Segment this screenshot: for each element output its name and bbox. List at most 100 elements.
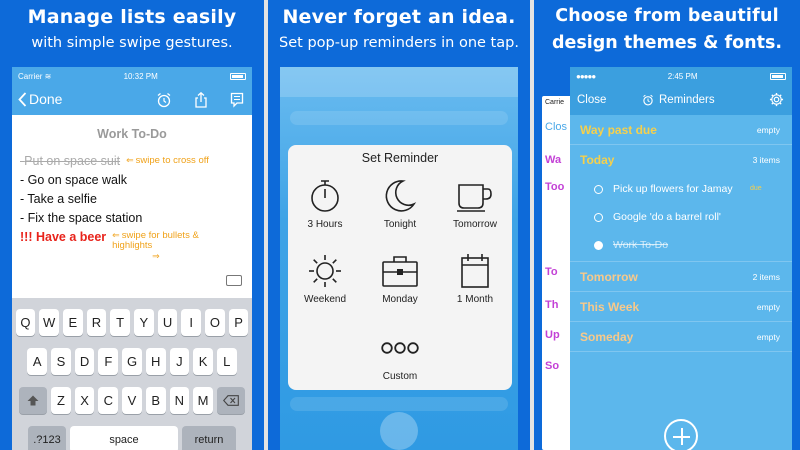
- note-icon[interactable]: [230, 92, 244, 108]
- share-icon[interactable]: [194, 92, 208, 108]
- space-key[interactable]: space: [70, 426, 178, 450]
- reminder-option-tomorrow[interactable]: Tomorrow: [438, 173, 512, 230]
- key-r[interactable]: R: [86, 309, 107, 336]
- ghost-carrier-label: Carrie: [545, 99, 565, 106]
- checkbox-circle-icon[interactable]: [594, 185, 603, 194]
- status-bar: ●●●●● 2:45 PM: [570, 67, 792, 85]
- backspace-key[interactable]: [216, 387, 245, 414]
- note-line[interactable]: !!! Have a beer ⇐ swipe for bullets & hig…: [20, 227, 244, 261]
- list-count: empty: [756, 332, 780, 342]
- note-title: Work To-Do: [97, 127, 167, 141]
- key-a[interactable]: A: [27, 348, 48, 375]
- list-count: empty: [756, 125, 780, 135]
- reminder-option-3-hours[interactable]: 3 Hours: [288, 173, 362, 230]
- key-k[interactable]: K: [193, 348, 213, 375]
- moon-icon: [385, 180, 417, 212]
- note-line[interactable]: - Go on space walk: [20, 170, 244, 189]
- ghost-close-label: Clos: [545, 121, 568, 133]
- ghost-list-label: Wa: [545, 154, 562, 166]
- status-bar: Carrier ≋ 10:32 PM: [12, 67, 252, 85]
- note-line[interactable]: - Take a selfie: [20, 189, 244, 208]
- return-key[interactable]: return: [182, 426, 236, 450]
- ghost-list-label: So: [545, 360, 560, 372]
- phone-screen: Carrier ≋ 10:32 PM Done Work To-Do - Put…: [12, 67, 252, 450]
- signal-icon: ●●●●●: [576, 71, 596, 81]
- list-count: empty: [756, 302, 780, 312]
- key-z[interactable]: Z: [51, 387, 71, 414]
- key-n[interactable]: N: [169, 387, 190, 414]
- swipe-hint: ⇐ swipe for bullets & highlights ⇒: [112, 230, 199, 261]
- key-v[interactable]: V: [122, 387, 142, 414]
- key-o[interactable]: O: [205, 309, 225, 336]
- battery-icon: [229, 72, 246, 80]
- status-time: 10:32 PM: [123, 71, 158, 81]
- key-w[interactable]: W: [39, 309, 59, 336]
- list-row-tomorrow[interactable]: Tomorrow 2 items: [570, 262, 792, 292]
- key-m[interactable]: M: [193, 387, 213, 414]
- key-l[interactable]: L: [216, 348, 237, 375]
- list-row-way-past-due[interactable]: Way past due empty: [570, 115, 792, 145]
- swipe-hint: ⇐ swipe to cross off: [126, 155, 209, 166]
- list-row-this-week[interactable]: This Week empty: [570, 292, 792, 322]
- caption-title: Never forget an idea.: [282, 6, 516, 28]
- key-j[interactable]: J: [169, 348, 190, 375]
- reminder-option-weekend[interactable]: Weekend: [288, 248, 362, 305]
- checked-circle-icon[interactable]: [594, 241, 603, 250]
- gear-icon[interactable]: [769, 92, 784, 107]
- note-line[interactable]: - Put on space suit ⇐ swipe to cross off: [20, 151, 244, 170]
- key-d[interactable]: D: [74, 348, 95, 375]
- option-label: 3 Hours: [307, 219, 343, 230]
- screenshot-panel-lists: Manage lists easily with simple swipe ge…: [0, 0, 264, 450]
- backspace-icon: [222, 395, 239, 406]
- nav-title-text: Reminders: [659, 94, 715, 106]
- calendar-icon: [461, 254, 489, 288]
- option-label: Tomorrow: [453, 219, 497, 230]
- key-u[interactable]: U: [157, 309, 178, 336]
- list-name: Today: [580, 153, 615, 167]
- back-button[interactable]: Done: [18, 91, 62, 107]
- checkbox-circle-icon[interactable]: [594, 213, 603, 222]
- key-q[interactable]: Q: [15, 309, 36, 336]
- back-label: Done: [29, 91, 63, 107]
- key-e[interactable]: E: [62, 309, 83, 336]
- list-name: Way past due: [580, 123, 657, 137]
- key-b[interactable]: B: [145, 387, 166, 414]
- key-t[interactable]: T: [110, 309, 130, 336]
- sun-icon: [309, 255, 341, 287]
- key-g[interactable]: G: [122, 348, 142, 375]
- key-h[interactable]: H: [145, 348, 166, 375]
- reminder-option-tonight[interactable]: Tonight: [363, 173, 437, 230]
- ghost-list-label: Too: [545, 181, 565, 193]
- key-x[interactable]: X: [74, 387, 95, 414]
- keyboard-dismiss-icon[interactable]: [226, 275, 242, 286]
- reminder-item[interactable]: Pick up flowers for Jamay due: [570, 177, 792, 203]
- reminder-option-custom[interactable]: Custom: [363, 325, 437, 382]
- item-text: Google 'do a barrel roll': [613, 211, 721, 223]
- add-reminder-button[interactable]: [664, 419, 698, 450]
- key-s[interactable]: S: [51, 348, 71, 375]
- due-badge: due: [750, 185, 762, 192]
- reminder-item[interactable]: Work To-Do: [570, 233, 792, 262]
- stopwatch-icon: [311, 180, 339, 212]
- option-label: 1 Month: [456, 294, 494, 305]
- key-f[interactable]: F: [98, 348, 119, 375]
- close-button[interactable]: Close: [577, 94, 606, 106]
- key-c[interactable]: C: [98, 387, 119, 414]
- numbers-key[interactable]: .?123: [28, 426, 66, 450]
- set-reminder-popup: Set Reminder 3 Hours Tonight Tomorrow We…: [288, 145, 512, 390]
- reminder-item[interactable]: Google 'do a barrel roll': [570, 205, 792, 231]
- phone-screen: Set Reminder 3 Hours Tonight Tomorrow We…: [280, 67, 518, 450]
- note-line-text: - Take a selfie: [20, 191, 97, 206]
- reminder-option-monday[interactable]: Monday: [363, 248, 437, 305]
- reminder-option-1-month[interactable]: 1 Month: [438, 248, 512, 305]
- note-line[interactable]: - Fix the space station: [20, 208, 244, 227]
- list-row-today[interactable]: Today 3 items: [570, 145, 792, 175]
- key-p[interactable]: P: [228, 309, 249, 336]
- shift-key[interactable]: [19, 387, 48, 414]
- note-body[interactable]: - Put on space suit ⇐ swipe to cross off …: [12, 141, 252, 262]
- alarm-clock-icon[interactable]: [156, 92, 172, 108]
- list-row-someday[interactable]: Someday empty: [570, 322, 792, 352]
- option-label: Weekend: [303, 294, 347, 305]
- key-i[interactable]: I: [181, 309, 202, 336]
- key-y[interactable]: Y: [134, 309, 154, 336]
